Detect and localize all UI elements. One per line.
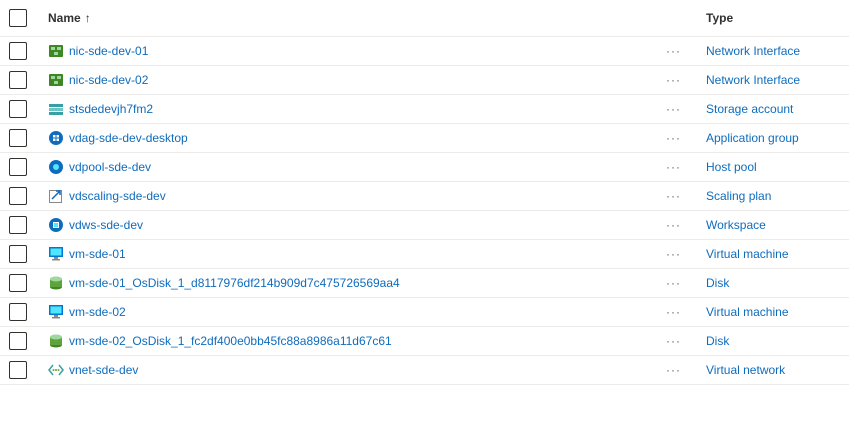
resource-type: Disk [706, 334, 730, 348]
more-actions-button[interactable]: ··· [666, 37, 681, 65]
application-group-icon [48, 130, 64, 146]
table-row[interactable]: nic-sde-dev-02 ··· Network Interface [0, 66, 849, 95]
more-actions-button[interactable]: ··· [666, 124, 681, 152]
table-row[interactable]: vm-sde-02 ··· Virtual machine [0, 298, 849, 327]
name-cell: vdws-sde-dev [48, 211, 143, 239]
grid-header: Name ↑ Type [0, 0, 849, 37]
name-cell: vdpool-sde-dev [48, 153, 151, 181]
select-all-checkbox[interactable] [9, 9, 27, 27]
row-checkbox[interactable] [9, 332, 27, 350]
resource-type: Storage account [706, 102, 794, 116]
name-cell: stsdedevjh7fm2 [48, 95, 153, 123]
more-actions-button[interactable]: ··· [666, 356, 681, 384]
row-checkbox[interactable] [9, 274, 27, 292]
resource-name-link[interactable]: vdag-sde-dev-desktop [69, 131, 188, 145]
more-actions-button[interactable]: ··· [666, 298, 681, 326]
resource-type: Application group [706, 131, 799, 145]
row-checkbox[interactable] [9, 187, 27, 205]
row-checkbox[interactable] [9, 303, 27, 321]
row-checkbox[interactable] [9, 129, 27, 147]
more-actions-button[interactable]: ··· [666, 327, 681, 355]
resource-name-link[interactable]: vm-sde-02 [69, 305, 126, 319]
row-checkbox[interactable] [9, 71, 27, 89]
row-checkbox[interactable] [9, 158, 27, 176]
type-column-header[interactable]: Type [706, 0, 733, 36]
resource-type: Scaling plan [706, 189, 772, 203]
name-column-label: Name [48, 11, 81, 25]
resource-name-link[interactable]: vm-sde-01 [69, 247, 126, 261]
virtual-machine-icon [48, 246, 64, 262]
row-checkbox[interactable] [9, 100, 27, 118]
more-actions-button[interactable]: ··· [666, 211, 681, 239]
disk-icon [48, 275, 64, 291]
virtual-network-icon [48, 362, 64, 378]
more-actions-button[interactable]: ··· [666, 66, 681, 94]
resource-type: Workspace [706, 218, 766, 232]
table-row[interactable]: vm-sde-02_OsDisk_1_fc2df400e0bb45fc88a89… [0, 327, 849, 356]
table-row[interactable]: vdag-sde-dev-desktop ··· Application group [0, 124, 849, 153]
network-interface-icon [48, 43, 64, 59]
table-row[interactable]: vdws-sde-dev ··· Workspace [0, 211, 849, 240]
table-row[interactable]: vdpool-sde-dev ··· Host pool [0, 153, 849, 182]
more-actions-button[interactable]: ··· [666, 95, 681, 123]
name-cell: vm-sde-02 [48, 298, 126, 326]
disk-icon [48, 333, 64, 349]
host-pool-icon [48, 159, 64, 175]
resource-grid: Name ↑ Type nic-sde-dev-01 ··· Network Int… [0, 0, 849, 385]
resource-type: Network Interface [706, 73, 801, 87]
network-interface-icon [48, 72, 64, 88]
table-row[interactable]: vm-sde-01_OsDisk_1_d8117976df214b909d7c4… [0, 269, 849, 298]
resource-name-link[interactable]: vdws-sde-dev [69, 218, 143, 232]
resource-name-link[interactable]: vnet-sde-dev [69, 363, 138, 377]
table-row[interactable]: stsdedevjh7fm2 ··· Storage account [0, 95, 849, 124]
resource-type: Virtual machine [706, 247, 789, 261]
table-row[interactable]: vdscaling-sde-dev ··· Scaling plan [0, 182, 849, 211]
resource-name-link[interactable]: stsdedevjh7fm2 [69, 102, 153, 116]
name-cell: vdag-sde-dev-desktop [48, 124, 188, 152]
name-cell: vnet-sde-dev [48, 356, 138, 384]
resource-name-link[interactable]: vdpool-sde-dev [69, 160, 151, 174]
resource-type: Disk [706, 276, 730, 290]
table-row[interactable]: vm-sde-01 ··· Virtual machine [0, 240, 849, 269]
name-cell: vm-sde-01_OsDisk_1_d8117976df214b909d7c4… [48, 269, 400, 297]
name-cell: vm-sde-02_OsDisk_1_fc2df400e0bb45fc88a89… [48, 327, 392, 355]
resource-name-link[interactable]: vm-sde-01_OsDisk_1_d8117976df214b909d7c4… [69, 276, 400, 290]
row-checkbox[interactable] [9, 245, 27, 263]
sort-ascending-icon: ↑ [84, 11, 91, 25]
workspace-icon [48, 217, 64, 233]
resource-type: Host pool [706, 160, 757, 174]
resource-name-link[interactable]: nic-sde-dev-01 [69, 44, 148, 58]
storage-account-icon [48, 101, 64, 117]
resource-type: Virtual network [706, 363, 786, 377]
name-cell: vdscaling-sde-dev [48, 182, 166, 210]
resource-name-link[interactable]: vdscaling-sde-dev [69, 189, 166, 203]
more-actions-button[interactable]: ··· [666, 269, 681, 297]
table-row[interactable]: nic-sde-dev-01 ··· Network Interface [0, 37, 849, 66]
table-row[interactable]: vnet-sde-dev ··· Virtual network [0, 356, 849, 385]
name-cell: nic-sde-dev-02 [48, 66, 148, 94]
name-column-header[interactable]: Name ↑ [48, 0, 91, 36]
resource-name-link[interactable]: nic-sde-dev-02 [69, 73, 148, 87]
row-checkbox[interactable] [9, 216, 27, 234]
scaling-plan-icon [48, 188, 64, 204]
more-actions-button[interactable]: ··· [666, 240, 681, 268]
resource-type: Virtual machine [706, 305, 789, 319]
name-cell: vm-sde-01 [48, 240, 126, 268]
virtual-machine-icon [48, 304, 64, 320]
more-actions-button[interactable]: ··· [666, 182, 681, 210]
more-actions-button[interactable]: ··· [666, 153, 681, 181]
row-checkbox[interactable] [9, 361, 27, 379]
resource-type: Network Interface [706, 44, 801, 58]
resource-name-link[interactable]: vm-sde-02_OsDisk_1_fc2df400e0bb45fc88a89… [69, 334, 392, 348]
grid-body: nic-sde-dev-01 ··· Network Interface nic-sd… [0, 37, 849, 385]
row-checkbox[interactable] [9, 42, 27, 60]
name-cell: nic-sde-dev-01 [48, 37, 148, 65]
